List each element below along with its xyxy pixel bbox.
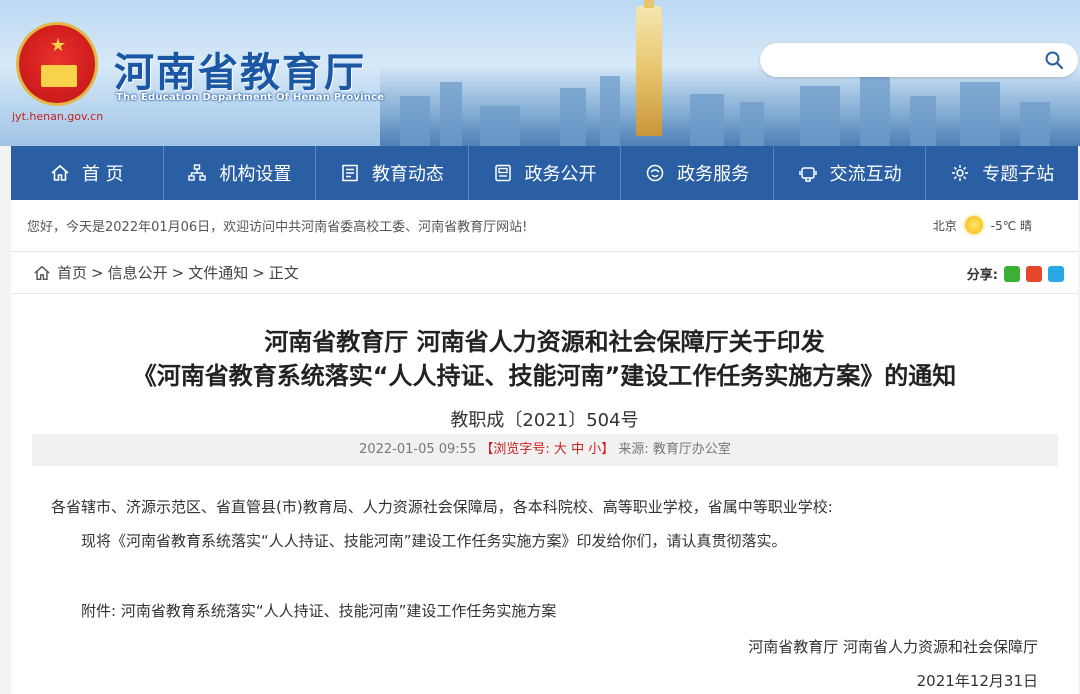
article-source: 来源: 教育厅办公室 xyxy=(618,442,731,457)
breadcrumb-separator: > xyxy=(171,263,185,282)
font-size-label-close: 】 xyxy=(601,442,615,457)
gate-icon xyxy=(41,65,77,87)
breadcrumb-home[interactable]: 首页 xyxy=(57,262,87,283)
skyline-building xyxy=(400,96,430,146)
skyline-building xyxy=(1020,102,1050,146)
article-body: 现将《河南省教育系统落实“人人持证、技能河南”建设工作任务实施方案》印发给你们，… xyxy=(81,532,787,550)
breadcrumb-info-public[interactable]: 信息公开 xyxy=(108,262,168,283)
breadcrumb-current: 正文 xyxy=(268,264,299,282)
chat-icon xyxy=(798,167,817,182)
weibo-icon[interactable] xyxy=(1026,265,1042,282)
nav-item-interaction[interactable]: 交流互动 xyxy=(774,146,927,200)
weather-city: 北京 xyxy=(932,218,957,233)
skyline-building xyxy=(860,72,890,146)
search-icon[interactable] xyxy=(1044,50,1064,70)
nav-item-gov-info[interactable]: 政务公开 xyxy=(469,146,622,200)
welcome-bar: 您好，今天是2022年01月06日，欢迎访问中共河南省委高校工委、河南省教育厅网… xyxy=(11,200,1078,252)
site-url[interactable]: jyt.henan.gov.cn xyxy=(12,110,103,123)
article-date: 2021年12月31日 xyxy=(916,672,1038,690)
article-recipients: 各省辖市、济源示范区、省直管县(市)教育局、人力资源社会保障局，各本科院校、高等… xyxy=(51,498,833,516)
nav-item-services[interactable]: 政务服务 xyxy=(621,146,774,200)
nav-label: 机构设置 xyxy=(219,164,292,185)
main-nav: 首 页 机构设置 教育动态 政务公开 政务服务 交流互动 专题子站 xyxy=(11,146,1078,200)
nav-item-news[interactable]: 教育动态 xyxy=(316,146,469,200)
article-meta: 2022-01-05 09:55 【浏览字号: 大 中 小】 来源: 教育厅办公… xyxy=(32,434,1058,466)
home-icon[interactable] xyxy=(33,264,51,282)
nav-label: 政务公开 xyxy=(524,164,597,185)
service-icon xyxy=(646,164,664,182)
share-bar: 分享: xyxy=(967,264,1064,283)
document-number: 教职成〔2021〕504号 xyxy=(450,410,639,431)
org-icon xyxy=(188,164,207,181)
nav-label: 专题子站 xyxy=(982,164,1055,185)
gear-icon xyxy=(952,165,969,181)
weather-widget: 北京 -5℃ 晴 xyxy=(933,216,1032,234)
share-label: 分享: xyxy=(966,268,998,283)
skyline-building xyxy=(740,102,764,146)
skyline-building xyxy=(480,106,520,146)
nav-item-subsites[interactable]: 专题子站 xyxy=(926,146,1078,200)
font-size-medium[interactable]: 中 xyxy=(571,442,584,457)
search-input[interactable] xyxy=(760,43,1078,77)
skyline-building xyxy=(800,86,840,146)
news-icon xyxy=(342,164,358,182)
article-title-line2: 《河南省教育系统落实“人人持证、技能河南”建设工作任务实施方案》的通知 xyxy=(132,362,957,390)
skyline-building xyxy=(960,82,1000,146)
article-signature: 河南省教育厅 河南省人力资源和社会保障厅 xyxy=(748,638,1038,656)
nav-label: 交流互动 xyxy=(829,164,902,185)
font-size-label: 【浏览字号: xyxy=(480,442,550,457)
nav-label: 首 页 xyxy=(81,164,124,185)
header-banner: ★ jyt.henan.gov.cn 河南省教育厅 The Education … xyxy=(0,0,1080,146)
qq-icon[interactable] xyxy=(1048,265,1064,282)
wechat-icon[interactable] xyxy=(1004,265,1020,282)
font-size-control: 【浏览字号: 大 中 小】 xyxy=(480,442,618,457)
national-emblem-logo[interactable]: ★ xyxy=(16,22,98,106)
font-size-small[interactable]: 小 xyxy=(588,442,601,457)
breadcrumb-notices[interactable]: 文件通知 xyxy=(188,262,248,283)
document-icon xyxy=(494,164,511,182)
weather-temp: -5℃ 晴 xyxy=(990,218,1032,233)
nav-item-home[interactable]: 首 页 xyxy=(11,146,164,200)
skyline-building xyxy=(690,94,724,146)
sun-icon xyxy=(964,216,983,234)
skyline-building xyxy=(560,88,586,146)
breadcrumb-separator: > xyxy=(252,263,265,282)
skyline-building xyxy=(600,76,620,146)
site-title[interactable]: 河南省教育厅 xyxy=(114,40,366,98)
publish-datetime: 2022-01-05 09:55 xyxy=(359,442,477,457)
breadcrumb: 首页 > 信息公开 > 文件通知 > 正文 分享: xyxy=(11,252,1078,294)
nav-item-org[interactable]: 机构设置 xyxy=(164,146,317,200)
site-subtitle: The Education Department Of Henan Provin… xyxy=(116,92,385,103)
skyline-building xyxy=(440,82,462,146)
landmark-tower xyxy=(636,0,662,136)
welcome-text: 您好，今天是2022年01月06日，欢迎访问中共河南省委高校工委、河南省教育厅网… xyxy=(27,220,528,235)
nav-label: 政务服务 xyxy=(677,164,750,185)
nav-label: 教育动态 xyxy=(371,164,444,185)
skyline-building xyxy=(910,96,936,146)
breadcrumb-separator: > xyxy=(91,263,104,282)
article: 河南省教育厅 河南省人力资源和社会保障厅关于印发 《河南省教育系统落实“人人持证… xyxy=(11,294,1078,694)
article-attachment[interactable]: 附件: 河南省教育系统落实“人人持证、技能河南”建设工作任务实施方案 xyxy=(81,600,556,621)
home-icon xyxy=(51,164,69,181)
article-title-line1: 河南省教育厅 河南省人力资源和社会保障厅关于印发 xyxy=(264,328,825,356)
star-icon: ★ xyxy=(50,35,67,56)
font-size-large[interactable]: 大 xyxy=(554,442,567,457)
